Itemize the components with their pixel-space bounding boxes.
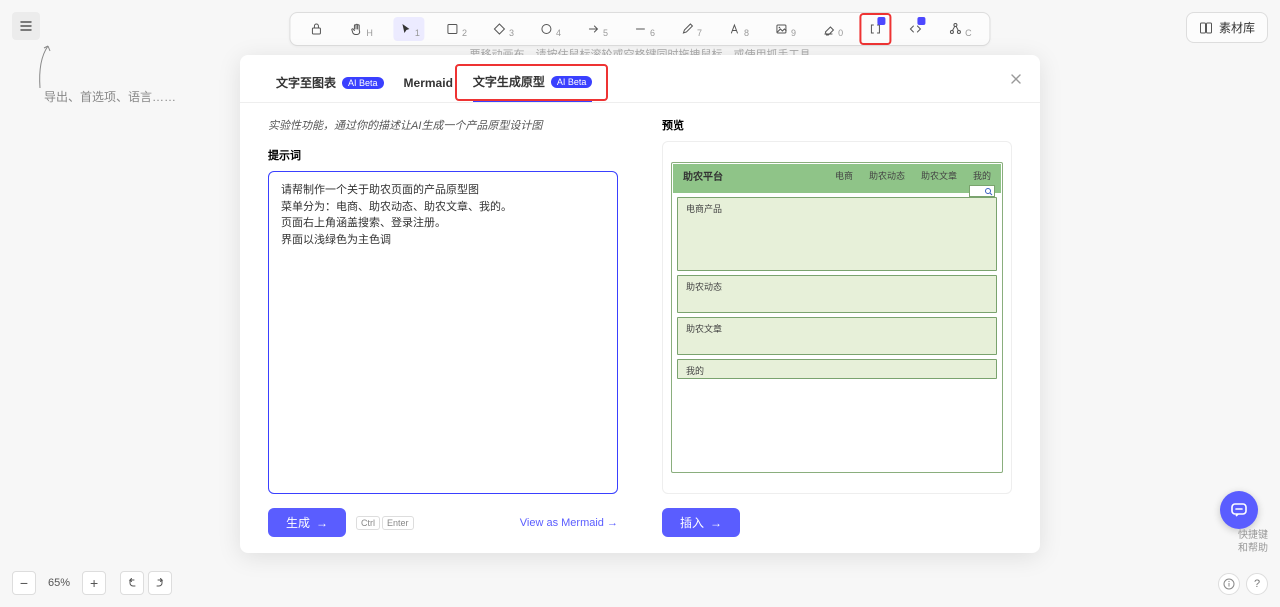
help-label: 快捷键 和帮助	[1238, 529, 1268, 555]
preview-area: 助农平台 电商助农动态助农文章我的 电商产品 助农动态 助农文章 我的	[662, 141, 1012, 494]
lock-icon	[308, 21, 324, 37]
pencil-icon	[679, 21, 695, 37]
chat-fab[interactable]	[1220, 491, 1258, 529]
mock-nav: 电商 助农动态 助农文章 我的	[835, 169, 991, 182]
help-buttons: ?	[1218, 573, 1268, 595]
line-tool[interactable]: 6	[628, 17, 659, 41]
mock-nav-item: 助农文章	[921, 169, 957, 182]
prompt-column: 实验性功能，通过你的描述让AI生成一个产品原型设计图 提示词 生成 → Ctrl…	[268, 117, 618, 537]
image-icon	[773, 21, 789, 37]
pencil-tool[interactable]: 7	[675, 17, 706, 41]
prompt-input[interactable]	[268, 171, 618, 494]
material-library-button[interactable]: 素材库	[1186, 12, 1268, 43]
mock-section: 助农文章	[677, 317, 997, 355]
tab-文字生成原型[interactable]: 文字生成原型AI Beta	[473, 73, 593, 102]
generate-label: 生成	[286, 514, 310, 531]
arrow-tool[interactable]: 5	[581, 17, 612, 41]
diamond-icon	[491, 21, 507, 37]
graph-tool[interactable]: C	[943, 17, 976, 41]
code-tool[interactable]	[903, 17, 927, 41]
arrow-right-icon: →	[710, 516, 722, 530]
mock-section: 我的	[677, 359, 997, 379]
mock-section: 电商产品	[677, 197, 997, 271]
zoom-value[interactable]: 65%	[40, 577, 78, 589]
ai-modal: 文字至图表AI Beta Mermaid 文字生成原型AI Beta 实验性功能，通…	[240, 55, 1040, 553]
ai-beta-badge: AI Beta	[551, 76, 593, 88]
hand-tool[interactable]: H	[344, 17, 377, 41]
image-tool[interactable]: 9	[769, 17, 800, 41]
circle-tool[interactable]: 4	[534, 17, 565, 41]
eraser-icon	[820, 21, 836, 37]
modal-tabs: 文字至图表AI Beta Mermaid 文字生成原型AI Beta	[240, 55, 1040, 103]
chat-icon	[1230, 501, 1248, 519]
zoom-out-button[interactable]: −	[12, 571, 36, 595]
zoom-in-button[interactable]: +	[82, 571, 106, 595]
text-tool[interactable]: 8	[722, 17, 753, 41]
square-tool[interactable]: 2	[440, 17, 471, 41]
prompt-label: 提示词	[268, 147, 618, 163]
tab-Mermaid[interactable]: Mermaid	[404, 73, 453, 102]
undo-button[interactable]	[120, 571, 144, 595]
close-button[interactable]	[1004, 67, 1028, 91]
tab-文字至图表[interactable]: 文字至图表AI Beta	[276, 73, 384, 102]
library-icon	[1199, 21, 1213, 35]
help-button[interactable]: ?	[1246, 573, 1268, 595]
menu-button[interactable]	[12, 12, 40, 40]
insert-label: 插入	[680, 514, 704, 531]
keyboard-hint: CtrlEnter	[356, 516, 414, 530]
ai-brackets-icon	[867, 21, 883, 37]
mock-title: 助农平台	[683, 168, 723, 183]
text-icon	[726, 21, 742, 37]
pointer-icon	[397, 21, 413, 37]
lock-tool[interactable]	[304, 17, 328, 41]
generate-button[interactable]: 生成 →	[268, 508, 346, 537]
eraser-tool[interactable]: 0	[816, 17, 847, 41]
arrow-right-icon: →	[316, 516, 328, 530]
zoom-controls: − 65% +	[12, 571, 172, 595]
arrow-icon	[585, 21, 601, 37]
ai-brackets-tool[interactable]	[863, 17, 887, 41]
square-icon	[444, 21, 460, 37]
circle-icon	[538, 21, 554, 37]
material-library-label: 素材库	[1219, 19, 1255, 36]
graph-icon	[947, 21, 963, 37]
hand-icon	[348, 21, 364, 37]
mock-header: 助农平台 电商 助农动态 助农文章 我的	[673, 164, 1001, 193]
mock-section: 助农动态	[677, 275, 997, 313]
pointer-tool[interactable]: 1	[393, 17, 424, 41]
ai-beta-badge: AI Beta	[342, 77, 384, 89]
info-button[interactable]	[1218, 573, 1240, 595]
mock-nav-item: 助农动态	[869, 169, 905, 182]
mock-nav-item: 电商	[835, 169, 853, 182]
feature-description: 实验性功能，通过你的描述让AI生成一个产品原型设计图	[268, 117, 618, 133]
menu-tooltip: 导出、首选项、语言……	[44, 88, 176, 105]
mock-search-icon	[969, 185, 995, 197]
mock-nav-item: 我的	[973, 169, 991, 182]
tooltip-arrow	[30, 40, 70, 90]
insert-button[interactable]: 插入 →	[662, 508, 740, 537]
toolbar: H1234567890 C	[289, 12, 990, 46]
redo-button[interactable]	[148, 571, 172, 595]
preview-label: 预览	[662, 117, 1012, 133]
code-icon	[907, 21, 923, 37]
mock-prototype: 助农平台 电商助农动态助农文章我的 电商产品 助农动态 助农文章 我的	[671, 162, 1003, 473]
preview-column: 预览 助农平台 电商助农动态助农文章我的 电商产品 助农动态 助农文章 我的	[662, 117, 1012, 537]
view-as-mermaid-link[interactable]: View as Mermaid →	[520, 517, 618, 529]
line-icon	[632, 21, 648, 37]
diamond-tool[interactable]: 3	[487, 17, 518, 41]
